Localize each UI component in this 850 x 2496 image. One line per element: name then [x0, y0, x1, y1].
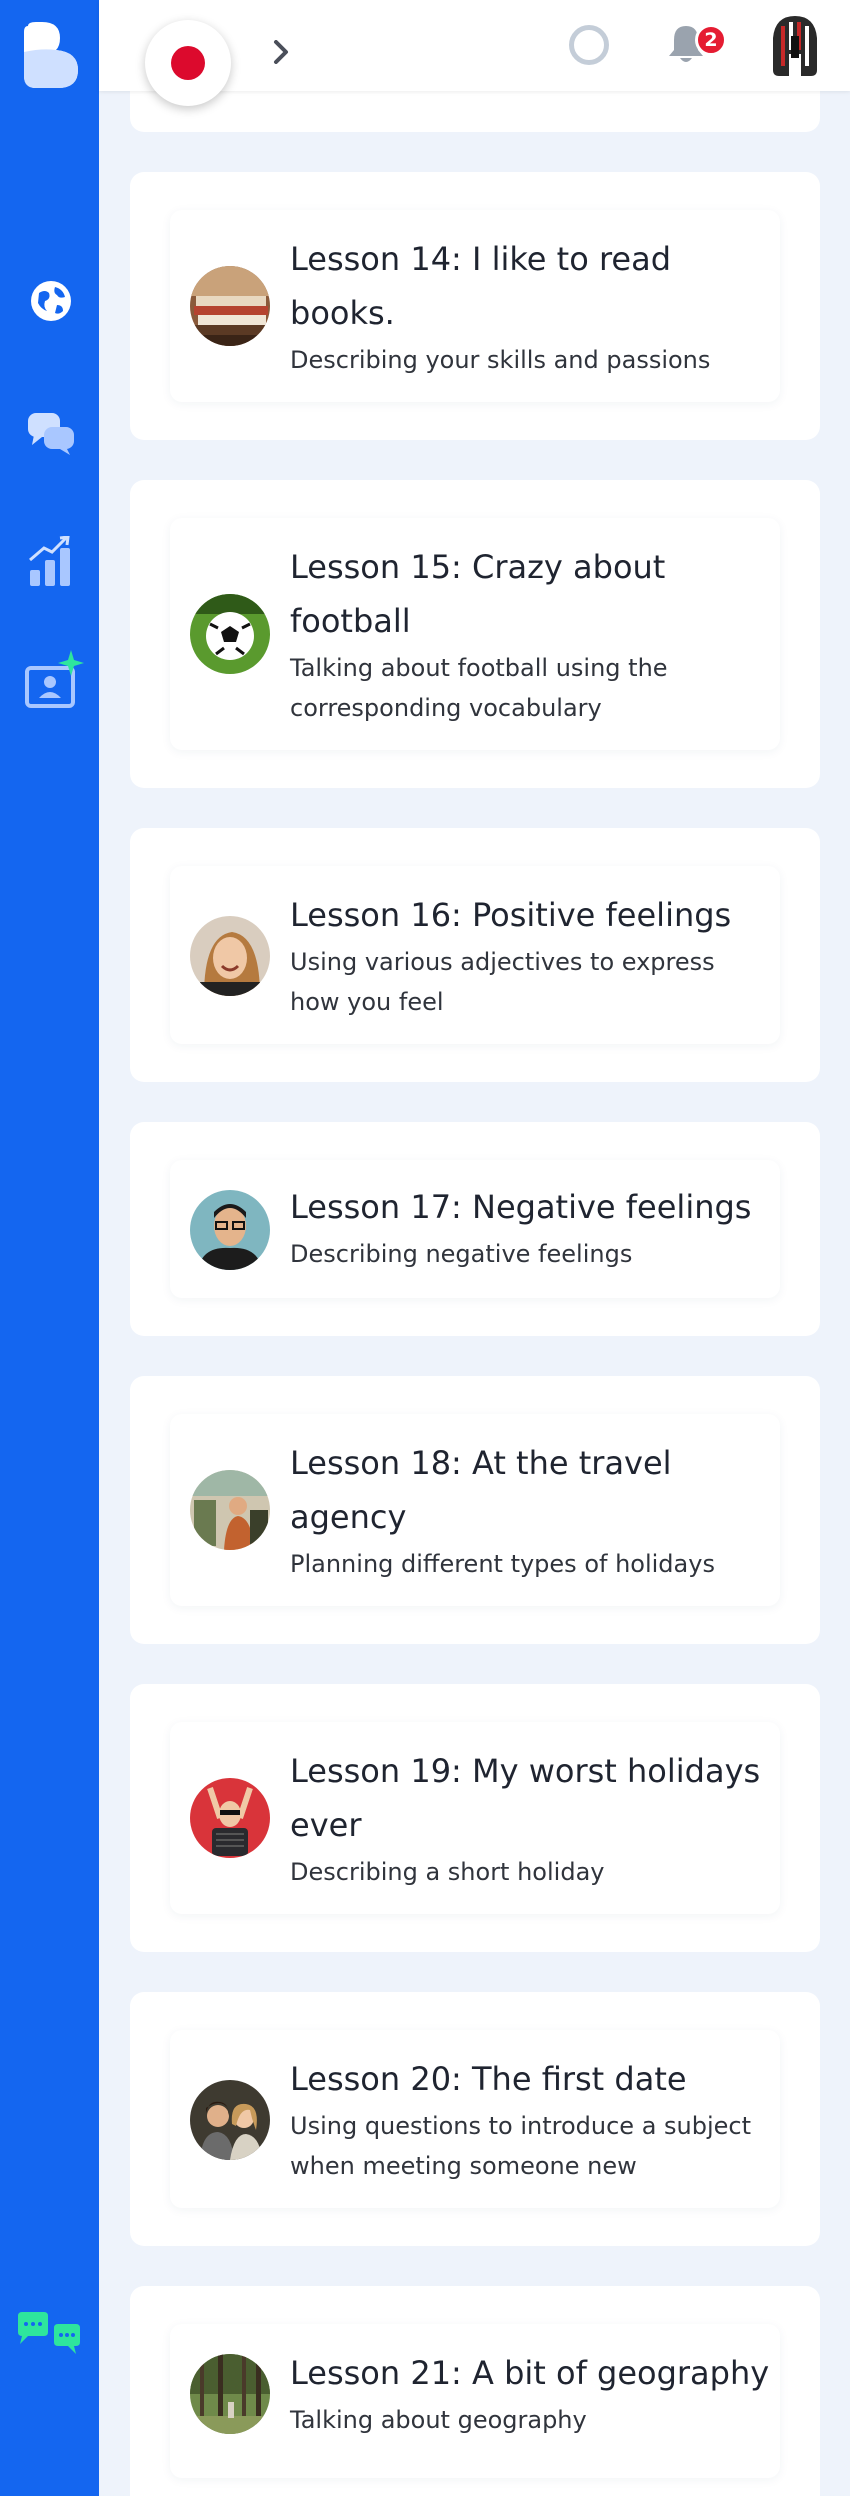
- lesson-title: Lesson 17: Negative feelings: [290, 1188, 752, 1226]
- man-glasses-thumbnail: [190, 1190, 270, 1270]
- lesson-description: Describing your skills and passions: [290, 346, 711, 374]
- books-thumbnail: [190, 266, 270, 346]
- user-avatar[interactable]: [769, 14, 821, 78]
- smiling-woman-thumbnail: [190, 916, 270, 996]
- sidebar: [0, 0, 99, 2496]
- lesson-description: Planning different types of holidays: [290, 1550, 715, 1578]
- notification-count-badge: 2: [695, 24, 727, 56]
- chevron-right-icon[interactable]: [269, 40, 293, 64]
- daily-goal-ring-icon[interactable]: [569, 25, 609, 65]
- lesson-description: Describing negative feelings: [290, 1240, 633, 1268]
- lesson-title: Lesson 16: Positive feelings: [290, 896, 732, 934]
- lesson-description: Talking about football using the corresp…: [290, 654, 668, 722]
- lesson-description: Using various adjectives to express how …: [290, 948, 715, 1016]
- nav-progress-chart-icon[interactable]: [25, 536, 77, 588]
- football-thumbnail: [190, 594, 270, 674]
- couple-thumbnail: [190, 2080, 270, 2160]
- forest-thumbnail: [190, 2354, 270, 2434]
- lesson-description: Describing a short holiday: [290, 1858, 605, 1886]
- lesson-title: Lesson 19: My worst holidays ever: [290, 1752, 761, 1844]
- travel-agency-thumbnail: [190, 1470, 270, 1550]
- lesson-title: Lesson 14: I like to read books.: [290, 240, 671, 332]
- lesson-title: Lesson 18: At the travel agency: [290, 1444, 672, 1536]
- support-chat-icon[interactable]: [14, 2310, 84, 2360]
- top-header: 2: [99, 0, 850, 106]
- lesson-description: Using questions to introduce a subject w…: [290, 2112, 752, 2180]
- lesson-description: Talking about geography: [290, 2406, 587, 2434]
- language-flag-button[interactable]: [145, 20, 231, 106]
- lesson-title: Lesson 15: Crazy about football: [290, 548, 666, 640]
- nav-globe-icon[interactable]: [25, 275, 77, 327]
- japan-flag-icon: [171, 46, 205, 80]
- nav-chat-icon[interactable]: [25, 406, 77, 458]
- lesson-title: Lesson 21: A bit of geography: [290, 2354, 770, 2392]
- lesson-title: Lesson 20: The first date: [290, 2060, 687, 2098]
- holiday-woman-thumbnail: [190, 1778, 270, 1858]
- app-logo[interactable]: [22, 22, 80, 90]
- nav-live-class-icon[interactable]: [25, 650, 85, 714]
